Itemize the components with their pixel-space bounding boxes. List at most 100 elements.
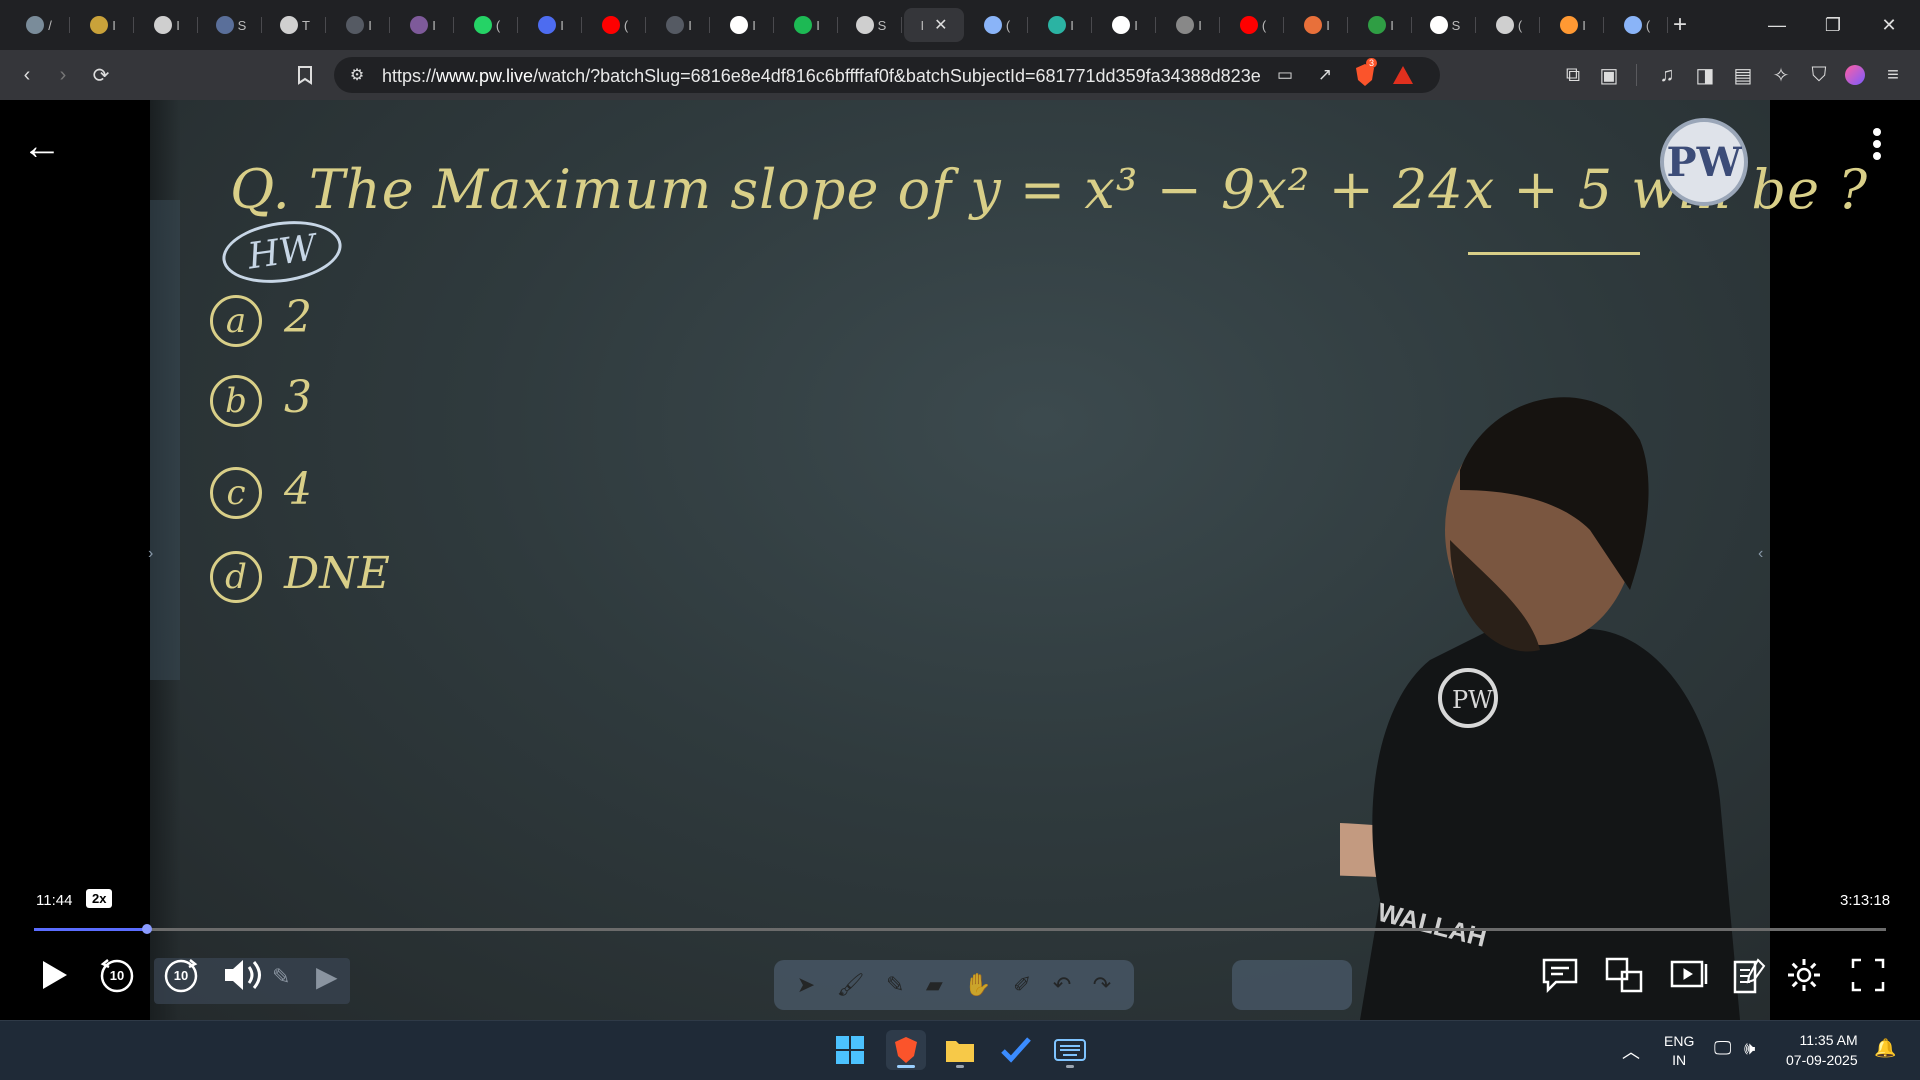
browser-tab[interactable]: I (520, 8, 582, 42)
browser-tab[interactable]: I (776, 8, 838, 42)
tab-title: I (1198, 17, 1202, 33)
rewind-10-button[interactable]: 10 (94, 952, 140, 998)
play-button[interactable] (30, 952, 76, 998)
translate-button[interactable] (1602, 952, 1646, 998)
close-window-button[interactable]: ✕ (1866, 10, 1912, 40)
browser-tab[interactable]: I (1158, 8, 1220, 42)
browser-tab[interactable]: ( (456, 8, 518, 42)
next-icon[interactable]: ▶ (316, 960, 340, 992)
browser-tab[interactable]: S (840, 8, 902, 42)
browser-tab[interactable]: I (328, 8, 390, 42)
browser-tab[interactable]: I (712, 8, 774, 42)
browser-tab[interactable]: ( (1606, 8, 1668, 42)
browser-tab[interactable]: ( (1478, 8, 1540, 42)
tab-title: S (237, 17, 247, 33)
seek-bar[interactable] (34, 928, 1886, 931)
network-button[interactable]: 🖵 (1714, 1038, 1731, 1059)
tab-title: S (1451, 17, 1461, 33)
fullscreen-button[interactable] (1846, 952, 1890, 998)
browser-tab[interactable]: I (1094, 8, 1156, 42)
minimize-button[interactable]: — (1754, 10, 1800, 40)
extensions-button[interactable]: ⧉ (1560, 62, 1586, 88)
browser-tab[interactable]: I (1350, 8, 1412, 42)
browser-tab[interactable]: I (1030, 8, 1092, 42)
browser-tab[interactable]: ( (1222, 8, 1284, 42)
volume-tray-button[interactable]: 🕪 (1744, 1038, 1755, 1059)
share-button[interactable]: ↗ (1312, 62, 1338, 88)
edit-icon[interactable]: ✎ (272, 964, 300, 990)
fullscreen-icon (1851, 958, 1885, 992)
media-button[interactable]: ♫ (1654, 62, 1680, 88)
brave-rewards-button[interactable] (1390, 62, 1416, 88)
restore-button[interactable]: ❐ (1810, 10, 1856, 40)
option-a-text: 2 (284, 292, 312, 343)
tab-favicon-icon (1176, 16, 1195, 34)
tab-separator (1603, 17, 1604, 33)
browser-tab[interactable]: I (136, 8, 198, 42)
forward-10-button[interactable]: 10 (158, 952, 204, 998)
forward-button[interactable]: › (50, 62, 76, 88)
bookmark-button[interactable] (292, 62, 318, 88)
browser-tab[interactable]: ( (966, 8, 1028, 42)
taskbar-keyboard[interactable] (1050, 1030, 1090, 1070)
more-options-button[interactable] (1862, 124, 1892, 164)
taskbar-todo[interactable] (996, 1030, 1036, 1070)
seek-handle[interactable] (141, 924, 152, 934)
language-indicator[interactable]: ENG IN (1664, 1032, 1694, 1070)
notes-button[interactable] (1728, 952, 1772, 998)
chat-button[interactable] (1538, 952, 1582, 998)
taskbar-brave[interactable] (886, 1030, 926, 1070)
browser-tab[interactable]: I (1286, 8, 1348, 42)
play-icon (43, 961, 67, 989)
browser-tab[interactable]: I (648, 8, 710, 42)
show-hidden-icons-button[interactable]: ︿ (1622, 1038, 1640, 1064)
browser-tab[interactable]: I (72, 8, 134, 42)
checkmark-icon (1001, 1037, 1031, 1063)
menu-button[interactable]: ≡ (1880, 62, 1906, 88)
browser-tab[interactable]: I (1542, 8, 1604, 42)
sidebar-button[interactable]: ◨ (1692, 62, 1718, 88)
settings-button[interactable] (1782, 952, 1826, 998)
tab-title: I (816, 17, 820, 33)
vpn-button[interactable]: ⛉ (1806, 62, 1832, 88)
right-collapse-icon[interactable]: ‹ (1758, 545, 1763, 563)
slides-button[interactable] (1668, 952, 1712, 998)
tab-title: I (1326, 17, 1330, 33)
browser-tab[interactable]: T (264, 8, 326, 42)
address-bar[interactable]: ⚙ https://www.pw.live/watch/?batchSlug=6… (334, 57, 1440, 93)
left-collapse-icon[interactable]: › (148, 545, 153, 563)
taskbar-file-explorer[interactable] (940, 1030, 980, 1070)
browser-tab[interactable]: S (1414, 8, 1476, 42)
tab-separator (581, 17, 582, 33)
shirt-logo-text: PW (1452, 686, 1493, 714)
restore-icon: ❐ (1824, 14, 1842, 35)
site-info-button[interactable]: ⚙ (344, 62, 370, 88)
question-text: Q. The Maximum slope of y = x³ − 9x² + 2… (230, 158, 1869, 221)
system-clock[interactable]: 11:35 AM 07-09-2025 (1786, 1030, 1858, 1070)
browser-tab[interactable]: I (392, 8, 454, 42)
back-button[interactable]: ‹ (14, 62, 40, 88)
volume-button[interactable] (218, 952, 268, 998)
tab-separator (709, 17, 710, 33)
reader-mode-button[interactable]: ▣ (1596, 62, 1622, 88)
brave-shields-button[interactable]: 3 (1352, 58, 1378, 88)
leo-ai-button[interactable]: ✧ (1768, 62, 1794, 88)
start-button[interactable] (830, 1030, 870, 1070)
cast-button[interactable]: ▭ (1272, 62, 1298, 88)
profile-button[interactable] (1842, 62, 1868, 88)
tab-close-icon[interactable]: ✕ (934, 15, 947, 35)
browser-tab[interactable]: I ✕ (904, 8, 964, 42)
browser-toolbar: ‹ › ⟳ ⚙ https://www.pw.live/watch/?batch… (0, 50, 1920, 100)
option-d: d DNE (210, 548, 390, 603)
option-c-letter: c (210, 467, 262, 519)
undo-icon: ↶ (1052, 972, 1072, 997)
new-tab-button[interactable]: + (1663, 8, 1697, 42)
reload-button[interactable]: ⟳ (88, 62, 114, 88)
browser-tab[interactable]: / (8, 8, 70, 42)
playback-speed-badge[interactable]: 2x (86, 889, 113, 908)
notifications-button[interactable]: 🔔 (1874, 1038, 1896, 1059)
back-arrow-button[interactable]: ← (22, 124, 62, 168)
browser-tab[interactable]: ( (584, 8, 646, 42)
wallet-button[interactable]: ▤ (1730, 62, 1756, 88)
browser-tab[interactable]: S (200, 8, 262, 42)
